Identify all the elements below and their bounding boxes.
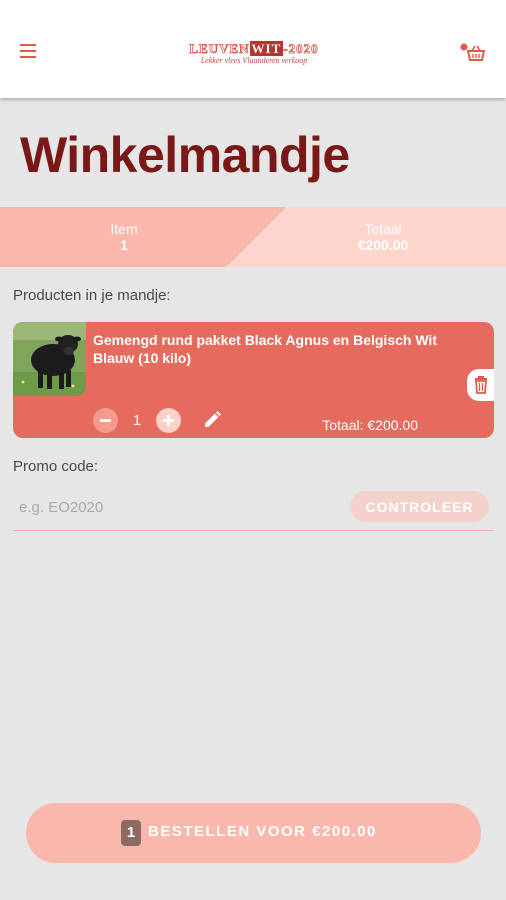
delete-trash-icon[interactable] bbox=[467, 369, 494, 401]
edit-pencil-icon[interactable] bbox=[202, 410, 222, 430]
summary-item-value: 1 bbox=[120, 237, 128, 253]
products-section-label: Producten in je mandje: bbox=[13, 287, 171, 304]
summary-item-label: Item bbox=[110, 221, 138, 237]
promo-code-label: Promo code: bbox=[13, 458, 99, 475]
order-button-label: BESTELLEN VOOR €200.00 bbox=[148, 823, 377, 840]
leuven-wit-logo[interactable]: LEUVEN WIT -2020 Lekker vlees Vlaanderen v… bbox=[183, 41, 325, 70]
cart-product-card: Gemengd rund pakket Black Agnus en Belgi… bbox=[13, 322, 494, 438]
promo-input-underline bbox=[13, 530, 494, 531]
product-image-cow bbox=[13, 322, 86, 396]
cart-summary-bar: Item 1 Totaal €200.00 bbox=[0, 207, 506, 267]
logo-prefix: LEUVEN bbox=[189, 41, 250, 56]
check-promo-button[interactable]: CONTROLEER bbox=[350, 491, 489, 522]
order-button[interactable]: 1 BESTELLEN VOOR €200.00 bbox=[26, 803, 481, 863]
quantity-decrease-button[interactable] bbox=[93, 408, 118, 433]
summary-total: Totaal €200.00 bbox=[323, 221, 443, 253]
order-item-count-badge: 1 bbox=[121, 820, 141, 846]
logo-tagline: Lekker vlees Vlaanderen verkoop bbox=[200, 56, 308, 65]
quantity-value: 1 bbox=[132, 412, 142, 429]
app-header: LEUVEN WIT -2020 Lekker vlees Vlaanderen v… bbox=[0, 0, 506, 98]
cart-basket-icon[interactable] bbox=[458, 42, 486, 64]
logo-wordmark: LEUVEN WIT -2020 bbox=[183, 41, 325, 56]
promo-code-input[interactable] bbox=[13, 490, 339, 524]
quantity-increase-button[interactable] bbox=[156, 408, 181, 433]
logo-year: -2020 bbox=[283, 41, 319, 56]
product-total: Totaal: €200.00 bbox=[322, 417, 418, 433]
summary-total-value: €200.00 bbox=[357, 237, 409, 253]
summary-total-label: Totaal bbox=[364, 221, 402, 237]
logo-wit: WIT bbox=[249, 41, 284, 56]
summary-item-count: Item 1 bbox=[64, 221, 184, 253]
hamburger-menu-icon[interactable] bbox=[20, 44, 38, 60]
product-title: Gemengd rund pakket Black Agnus en Belgi… bbox=[93, 332, 437, 366]
page-title: Winkelmandje bbox=[20, 127, 350, 183]
